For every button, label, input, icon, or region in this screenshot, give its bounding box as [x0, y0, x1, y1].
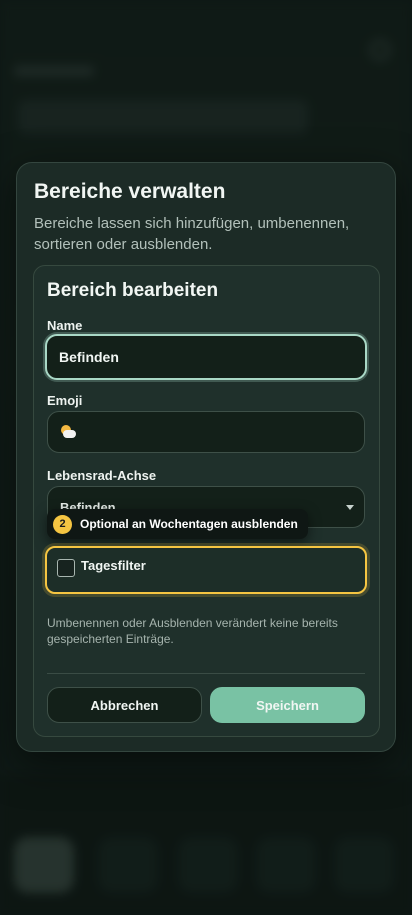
- divider: [47, 673, 365, 674]
- onboarding-tooltip: 2 Optional an Wochentagen ausblenden: [47, 509, 308, 539]
- cancel-button[interactable]: Abbrechen: [47, 687, 202, 723]
- emoji-label: Emoji: [47, 393, 83, 408]
- modal-title: Bereiche verwalten: [34, 180, 226, 203]
- emoji-input[interactable]: [47, 411, 365, 453]
- edit-area-panel: Bereich bearbeiten Name Befinden Emoji L…: [33, 265, 380, 737]
- panel-title: Bereich bearbeiten: [47, 280, 219, 301]
- name-input[interactable]: Befinden: [45, 334, 367, 380]
- manage-areas-modal: Bereiche verwalten Bereiche lassen sich …: [16, 162, 396, 752]
- day-filter-checkbox[interactable]: [57, 559, 75, 577]
- name-input-value: Befinden: [59, 349, 119, 365]
- tooltip-text: Optional an Wochentagen ausblenden: [80, 517, 298, 531]
- name-label: Name: [47, 318, 83, 333]
- axis-label: Lebensrad-Achse: [47, 468, 157, 483]
- modal-description: Bereiche lassen sich hinzufügen, umbenen…: [34, 215, 350, 253]
- chevron-down-icon: [346, 505, 354, 510]
- hint-text: Umbenennen oder Ausblenden verändert kei…: [47, 616, 338, 646]
- day-filter-label: Tagesfilter: [81, 558, 146, 573]
- save-button[interactable]: Speichern: [210, 687, 365, 723]
- step-badge: 2: [53, 514, 72, 534]
- sun-behind-cloud-icon: [60, 425, 76, 439]
- day-filter-row[interactable]: Tagesfilter: [45, 546, 367, 594]
